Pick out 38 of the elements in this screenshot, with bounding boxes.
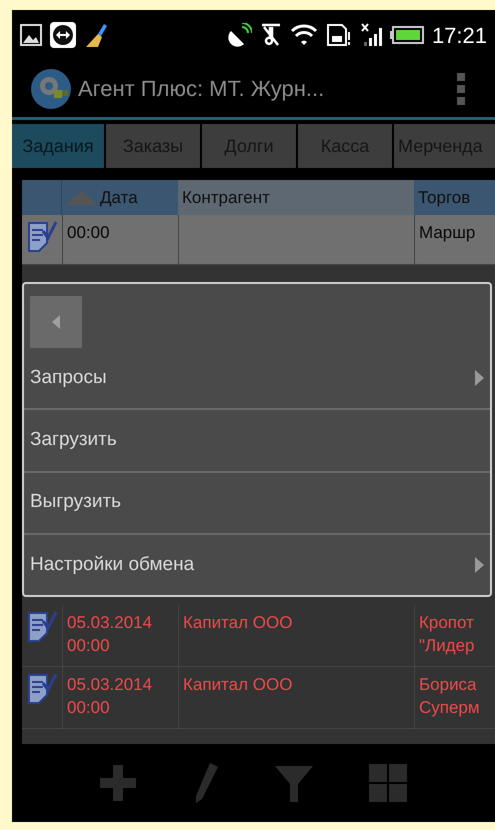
table-cell: 00:00 xyxy=(62,215,178,264)
table-cell: 05.03.2014 00:00 xyxy=(62,667,178,728)
submenu-arrow-icon xyxy=(475,370,484,386)
app-logo-icon xyxy=(30,68,72,110)
sort-arrow-icon xyxy=(66,190,98,204)
picture-icon xyxy=(20,24,42,46)
no-signal-icon xyxy=(360,22,382,48)
document-check-icon xyxy=(27,673,57,705)
menu-item[interactable]: Запросы xyxy=(24,348,490,408)
overflow-menu-icon[interactable] xyxy=(457,72,465,104)
satellite-icon xyxy=(228,23,252,47)
filter-icon[interactable] xyxy=(274,764,313,802)
add-icon[interactable] xyxy=(100,765,136,801)
clock: 17:21 xyxy=(432,22,487,50)
menu-item[interactable]: Выгрузить xyxy=(24,470,490,533)
back-arrow-icon xyxy=(52,315,60,329)
table-cell: Маршр xyxy=(414,215,495,264)
sim-card-icon xyxy=(326,22,352,48)
menu-item[interactable]: Загрузить xyxy=(24,408,490,470)
table-cell: 05.03.2014 00:00 xyxy=(62,605,178,666)
wifi-icon xyxy=(290,23,318,47)
column-header[interactable]: Контрагент xyxy=(178,180,414,215)
grid-icon[interactable] xyxy=(368,764,407,802)
back-button[interactable] xyxy=(30,296,82,348)
submenu-arrow-icon xyxy=(475,556,484,573)
table-cell: Капитал ООО xyxy=(178,667,414,728)
document-check-icon xyxy=(27,221,57,253)
menu-item[interactable]: Настройки обмена xyxy=(24,532,490,595)
tab[interactable]: Задания xyxy=(12,124,104,168)
table-cell: Бориса Суперм xyxy=(414,667,495,728)
table-cell: Капитал ООО xyxy=(178,605,414,666)
battery-icon xyxy=(390,26,424,44)
music-off-icon xyxy=(260,23,282,47)
table-cell: Кропот "Лидер xyxy=(414,605,495,666)
app-title: Агент Плюс: МТ. Журн... xyxy=(78,75,326,103)
two-way-arrow-icon xyxy=(50,22,76,48)
document-check-icon xyxy=(27,611,57,643)
broom-icon xyxy=(84,22,110,48)
